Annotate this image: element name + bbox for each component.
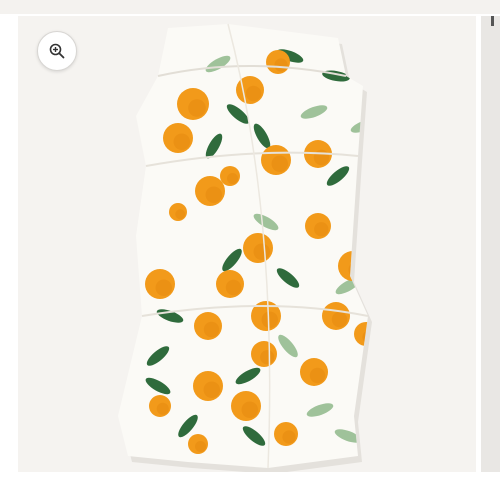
orange-shade — [282, 430, 296, 444]
orange-shade — [203, 321, 220, 338]
orange-shade — [253, 243, 270, 260]
orange-shade — [271, 155, 288, 172]
orange-shade — [225, 279, 242, 296]
orange-shade — [245, 85, 262, 102]
zoom-button[interactable] — [37, 31, 77, 71]
orange-shade — [156, 402, 169, 415]
orange-shade — [361, 223, 368, 234]
orange-shade — [313, 149, 330, 166]
orange-shade — [274, 58, 288, 72]
top-divider — [0, 0, 500, 14]
thumbnail-marker — [491, 16, 494, 26]
orange-shade — [155, 279, 172, 296]
orange-shade — [331, 311, 348, 328]
orange-shade — [309, 367, 326, 384]
orange-shade — [203, 381, 220, 398]
orange-shade — [227, 173, 238, 184]
orange-shade — [175, 209, 186, 220]
orange-shade — [195, 441, 206, 452]
zoom-in-icon — [49, 43, 65, 59]
orange-shade — [188, 99, 206, 117]
product-image[interactable] — [18, 16, 476, 472]
bottom-area — [0, 472, 500, 500]
orange-shade — [173, 133, 190, 150]
orange-shade — [205, 186, 222, 203]
swaddle-illustration — [118, 23, 372, 472]
next-image-thumbnail[interactable] — [481, 16, 500, 472]
orange-shade — [261, 311, 278, 328]
orange-shade — [241, 401, 258, 418]
orange-shade — [260, 350, 275, 365]
orange-shade — [314, 222, 329, 237]
